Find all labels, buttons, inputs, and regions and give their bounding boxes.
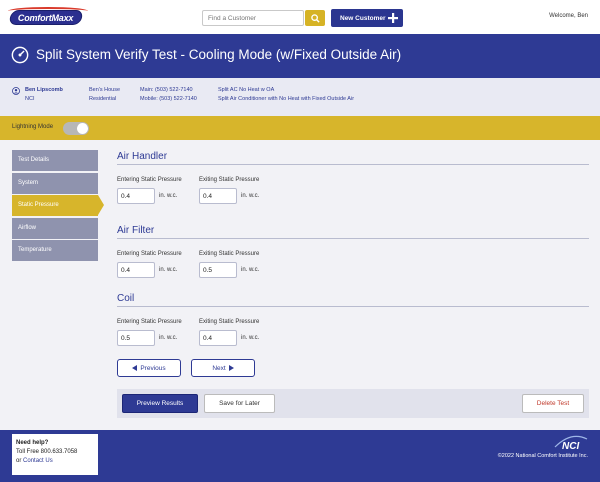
air-filter-entering-input[interactable]: 0.4: [117, 262, 155, 278]
unit-label: in. w.c.: [241, 335, 260, 341]
next-label: Next: [212, 364, 226, 372]
customer-name-block: Ben Lipscomb NCI: [25, 86, 63, 104]
delete-test-button[interactable]: Delete Test: [522, 394, 584, 413]
sidebar-item-system[interactable]: System: [12, 172, 98, 194]
contact-us-link[interactable]: Contact Us: [23, 458, 53, 464]
customer-type: Residential: [89, 96, 117, 102]
customer-search-input[interactable]: [202, 10, 304, 26]
air-filter-exiting-input[interactable]: 0.5: [199, 262, 237, 278]
page-title: Split System Verify Test - Cooling Mode …: [36, 47, 402, 62]
entering-label: Entering Static Pressure: [117, 177, 182, 183]
exiting-label: Exiting Static Pressure: [199, 251, 260, 257]
unit-label: in. w.c.: [159, 193, 178, 199]
or-text: or: [16, 458, 22, 464]
unit-label: in. w.c.: [159, 335, 178, 341]
nci-logo-text: NCI: [562, 441, 579, 451]
unit-label: in. w.c.: [159, 267, 178, 273]
mobile-phone: Mobile: (503) 522-7140: [140, 96, 197, 102]
contact-line: or Contact Us: [16, 457, 94, 466]
section-divider: [117, 164, 589, 165]
system-name: Split AC No Heat w OA: [218, 87, 275, 93]
sidebar: Test Details System Static Pressure Airf…: [12, 150, 104, 263]
lightning-mode-bar: Lightning Mode: [0, 116, 600, 140]
next-button[interactable]: Next: [191, 359, 255, 377]
customer-house: Ben's House: [89, 87, 121, 93]
sidebar-item-static-pressure[interactable]: Static Pressure: [12, 195, 104, 216]
main-phone: Main: (503) 522-7140: [140, 87, 193, 93]
section-title-air-filter: Air Filter: [117, 225, 155, 236]
logo-text: ComfortMaxx: [18, 12, 74, 23]
air-handler-entering-input[interactable]: 0.4: [117, 188, 155, 204]
top-bar: ComfortMaxx New Customer Welcome, Ben: [0, 0, 600, 34]
unit-label: in. w.c.: [241, 267, 260, 273]
save-for-later-button[interactable]: Save for Later: [204, 394, 275, 413]
system-block: Split AC No Heat w OA Split Air Conditio…: [218, 86, 354, 104]
customer-name[interactable]: Ben Lipscomb: [25, 86, 63, 95]
unit-label: in. w.c.: [241, 193, 260, 199]
help-box: Need help? Toll Free 800.633.7058 or Con…: [12, 434, 98, 475]
nci-logo: NCI: [554, 435, 588, 451]
gauge-icon: [11, 46, 29, 64]
person-icon: [12, 87, 20, 95]
preview-results-button[interactable]: Preview Results: [122, 394, 198, 413]
welcome-text[interactable]: Welcome, Ben: [549, 13, 588, 19]
entering-label: Entering Static Pressure: [117, 251, 182, 257]
copyright-text: ©2022 National Comfort Institute Inc.: [497, 453, 588, 459]
customer-info-bar: Ben Lipscomb NCI Ben's House Residential…: [0, 78, 600, 116]
sidebar-item-temperature[interactable]: Temperature: [12, 240, 98, 261]
main-area: Test Details System Static Pressure Airf…: [0, 140, 600, 430]
search-icon: [310, 13, 320, 23]
section-title-coil: Coil: [117, 293, 135, 304]
toggle-knob: [77, 123, 88, 134]
comfortmaxx-logo[interactable]: ComfortMaxx: [8, 10, 84, 25]
customer-phone-block: Main: (503) 522-7140 Mobile: (503) 522-7…: [140, 86, 197, 104]
search-button[interactable]: [305, 10, 325, 26]
lightning-mode-label: Lightning Mode: [12, 124, 54, 130]
section-title-air-handler: Air Handler: [117, 151, 168, 162]
sidebar-item-test-details[interactable]: Test Details: [12, 150, 98, 171]
new-customer-button[interactable]: New Customer: [331, 9, 403, 27]
customer-company: NCI: [25, 96, 35, 102]
coil-entering-input[interactable]: 0.5: [117, 330, 155, 346]
coil-exiting-input[interactable]: 0.4: [199, 330, 237, 346]
toll-free-number: Toll Free 800.633.7058: [16, 449, 78, 455]
entering-label: Entering Static Pressure: [117, 319, 182, 325]
section-divider: [117, 306, 589, 307]
previous-button[interactable]: Previous: [117, 359, 181, 377]
title-bar: Split System Verify Test - Cooling Mode …: [0, 34, 600, 78]
system-description: Split Air Conditioner with No Heat with …: [218, 96, 355, 102]
exiting-label: Exiting Static Pressure: [199, 319, 260, 325]
sidebar-item-airflow[interactable]: Airflow: [12, 217, 98, 239]
need-help-heading: Need help?: [16, 440, 49, 446]
air-handler-exiting-input[interactable]: 0.4: [199, 188, 237, 204]
previous-label: Previous: [140, 364, 166, 372]
caret-left-icon: [132, 365, 138, 371]
section-divider: [117, 238, 589, 239]
plus-icon: [388, 13, 398, 23]
caret-right-icon: [228, 365, 234, 371]
new-customer-label: New Customer: [340, 14, 386, 22]
exiting-label: Exiting Static Pressure: [199, 177, 260, 183]
customer-location-block: Ben's House Residential: [89, 86, 120, 104]
lightning-mode-toggle[interactable]: [63, 122, 89, 135]
footer: Need help? Toll Free 800.633.7058 or Con…: [0, 430, 600, 482]
action-bar: Preview Results Save for Later Delete Te…: [117, 389, 589, 418]
